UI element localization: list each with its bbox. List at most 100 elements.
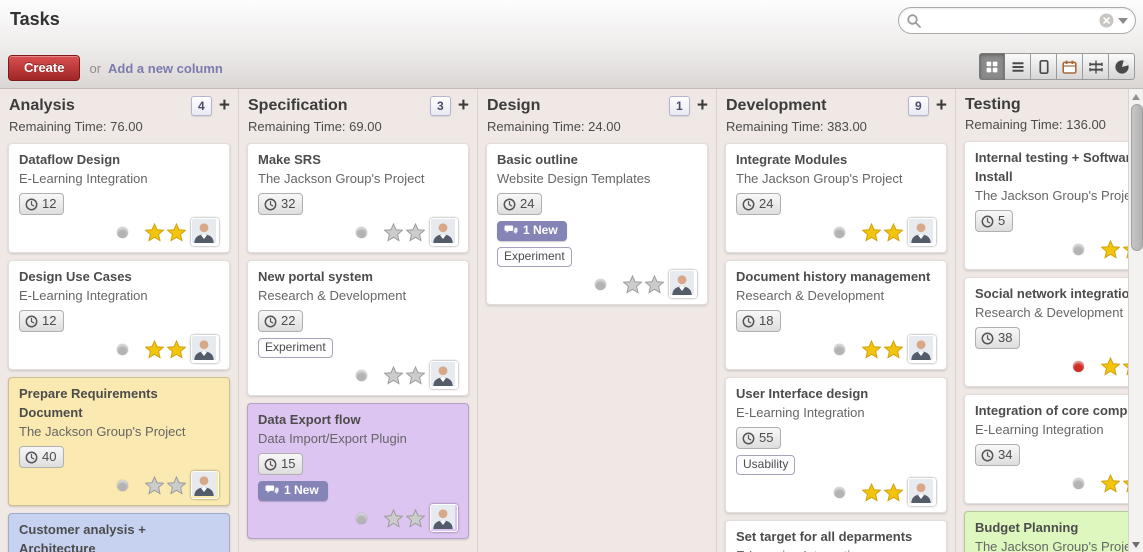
star-icon[interactable] bbox=[623, 275, 642, 294]
star-icon[interactable] bbox=[384, 509, 403, 528]
task-card[interactable]: Customer analysis + Architecture bbox=[8, 513, 230, 552]
task-title[interactable]: Prepare Requirements Document bbox=[19, 384, 219, 422]
vertical-scrollbar[interactable] bbox=[1128, 89, 1143, 552]
star-icon[interactable] bbox=[167, 340, 186, 359]
column-title[interactable]: Development bbox=[726, 97, 908, 115]
kanban-state-icon[interactable] bbox=[834, 227, 845, 238]
column-title[interactable]: Design bbox=[487, 97, 669, 115]
task-card[interactable]: Make SRS The Jackson Group's Project 32 bbox=[247, 143, 469, 253]
task-title[interactable]: Integration of core components bbox=[975, 401, 1128, 420]
kanban-state-icon[interactable] bbox=[834, 487, 845, 498]
priority-stars[interactable] bbox=[1098, 357, 1128, 376]
task-card[interactable]: Data Export flow Data Import/Export Plug… bbox=[247, 403, 469, 539]
assignee-avatar[interactable] bbox=[191, 335, 219, 363]
column-title[interactable]: Testing bbox=[965, 96, 1128, 114]
star-icon[interactable] bbox=[384, 223, 403, 242]
scrollbar-thumb[interactable] bbox=[1131, 104, 1143, 251]
task-title[interactable]: Internal testing + Software Install bbox=[975, 148, 1128, 186]
assignee-avatar[interactable] bbox=[430, 218, 458, 246]
priority-stars[interactable] bbox=[620, 275, 664, 294]
add-card-button[interactable]: + bbox=[219, 97, 230, 115]
task-card[interactable]: Internal testing + Software Install The … bbox=[964, 141, 1128, 270]
search-box[interactable] bbox=[898, 7, 1136, 34]
priority-stars[interactable] bbox=[1098, 474, 1128, 493]
star-icon[interactable] bbox=[1101, 357, 1120, 376]
star-icon[interactable] bbox=[884, 223, 903, 242]
kanban-state-icon[interactable] bbox=[1073, 478, 1084, 489]
star-icon[interactable] bbox=[406, 223, 425, 242]
task-title[interactable]: Social network integration bbox=[975, 284, 1128, 303]
task-card[interactable]: Document history management Research & D… bbox=[725, 260, 947, 370]
priority-stars[interactable] bbox=[859, 340, 903, 359]
task-title[interactable]: Document history management bbox=[736, 267, 936, 286]
priority-stars[interactable] bbox=[859, 483, 903, 502]
star-icon[interactable] bbox=[145, 476, 164, 495]
task-card[interactable]: Dataflow Design E-Learning Integration 1… bbox=[8, 143, 230, 253]
star-icon[interactable] bbox=[862, 223, 881, 242]
view-gantt-button[interactable] bbox=[1083, 53, 1109, 80]
star-icon[interactable] bbox=[406, 366, 425, 385]
task-title[interactable]: Customer analysis + Architecture bbox=[19, 520, 219, 552]
star-icon[interactable] bbox=[884, 340, 903, 359]
kanban-state-icon[interactable] bbox=[834, 344, 845, 355]
search-dropdown-icon[interactable] bbox=[1118, 18, 1128, 24]
new-messages-badge[interactable]: 1 New bbox=[258, 481, 328, 501]
add-card-button[interactable]: + bbox=[697, 97, 708, 115]
new-messages-badge[interactable]: 1 New bbox=[497, 221, 567, 241]
create-button[interactable]: Create bbox=[8, 55, 80, 81]
assignee-avatar[interactable] bbox=[191, 218, 219, 246]
task-title[interactable]: Budget Planning bbox=[975, 518, 1128, 537]
clear-search-icon[interactable] bbox=[1099, 13, 1114, 28]
task-card[interactable]: Integrate Modules The Jackson Group's Pr… bbox=[725, 143, 947, 253]
column-title[interactable]: Analysis bbox=[9, 97, 191, 115]
task-card[interactable]: Integration of core components E-Learnin… bbox=[964, 394, 1128, 504]
priority-stars[interactable] bbox=[859, 223, 903, 242]
task-card[interactable]: Design Use Cases E-Learning Integration … bbox=[8, 260, 230, 370]
task-title[interactable]: New portal system bbox=[258, 267, 458, 286]
view-list-button[interactable] bbox=[1005, 53, 1031, 80]
task-card[interactable]: Basic outline Website Design Templates 2… bbox=[486, 143, 708, 305]
add-column-link[interactable]: Add a new column bbox=[108, 61, 223, 76]
task-card[interactable]: Social network integration Research & De… bbox=[964, 277, 1128, 387]
assignee-avatar[interactable] bbox=[908, 218, 936, 246]
scroll-down-button[interactable] bbox=[1129, 538, 1143, 551]
task-title[interactable]: Integrate Modules bbox=[736, 150, 936, 169]
kanban-state-icon[interactable] bbox=[117, 227, 128, 238]
star-icon[interactable] bbox=[862, 483, 881, 502]
priority-stars[interactable] bbox=[1098, 240, 1128, 259]
star-icon[interactable] bbox=[167, 476, 186, 495]
priority-stars[interactable] bbox=[142, 340, 186, 359]
kanban-state-icon[interactable] bbox=[117, 344, 128, 355]
task-title[interactable]: User Interface design bbox=[736, 384, 936, 403]
priority-stars[interactable] bbox=[142, 476, 186, 495]
star-icon[interactable] bbox=[862, 340, 881, 359]
assignee-avatar[interactable] bbox=[669, 270, 697, 298]
star-icon[interactable] bbox=[384, 366, 403, 385]
kanban-state-icon[interactable] bbox=[356, 513, 367, 524]
task-title[interactable]: Basic outline bbox=[497, 150, 697, 169]
kanban-state-icon[interactable] bbox=[356, 227, 367, 238]
task-title[interactable]: Dataflow Design bbox=[19, 150, 219, 169]
add-card-button[interactable]: + bbox=[936, 97, 947, 115]
add-card-button[interactable]: + bbox=[458, 97, 469, 115]
view-kanban-button[interactable] bbox=[979, 53, 1005, 80]
assignee-avatar[interactable] bbox=[191, 471, 219, 499]
star-icon[interactable] bbox=[884, 483, 903, 502]
star-icon[interactable] bbox=[645, 275, 664, 294]
assignee-avatar[interactable] bbox=[908, 478, 936, 506]
task-card[interactable]: User Interface design E-Learning Integra… bbox=[725, 377, 947, 513]
star-icon[interactable] bbox=[1101, 240, 1120, 259]
column-title[interactable]: Specification bbox=[248, 97, 430, 115]
star-icon[interactable] bbox=[1101, 474, 1120, 493]
task-card[interactable]: Set target for all deparments E-Learning… bbox=[725, 520, 947, 552]
assignee-avatar[interactable] bbox=[908, 335, 936, 363]
task-title[interactable]: Design Use Cases bbox=[19, 267, 219, 286]
kanban-state-icon[interactable] bbox=[1073, 244, 1084, 255]
star-icon[interactable] bbox=[406, 509, 425, 528]
kanban-state-icon[interactable] bbox=[117, 480, 128, 491]
view-calendar-button[interactable] bbox=[1057, 53, 1083, 80]
priority-stars[interactable] bbox=[142, 223, 186, 242]
priority-stars[interactable] bbox=[381, 223, 425, 242]
star-icon[interactable] bbox=[167, 223, 186, 242]
task-card[interactable]: Budget Planning The Jackson Group's Proj… bbox=[964, 511, 1128, 552]
